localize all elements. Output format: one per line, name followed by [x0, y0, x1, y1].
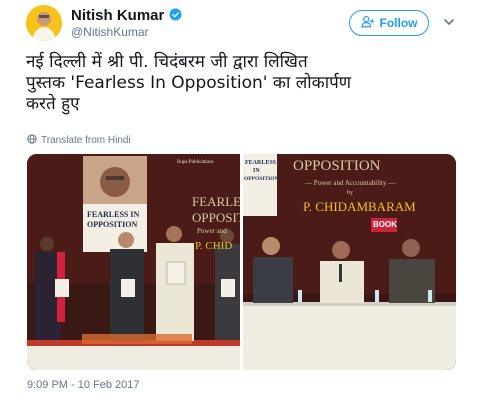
translate-link[interactable]: Translate from Hindi: [27, 134, 131, 147]
book-title-right-line-2: IN: [253, 168, 260, 174]
book-title-right-line-1: FEARLESS: [245, 160, 277, 166]
publisher-label: Rupa Publications: [177, 160, 214, 165]
banner-title-left-1: FEARLESS IN: [192, 194, 240, 209]
globe-icon: [27, 134, 37, 147]
person-figure-3: [156, 226, 194, 341]
banner-subtitle-left: Power and: [197, 227, 227, 235]
verified-badge-icon: [169, 6, 182, 25]
banner-title-left-2: OPPOSITIO: [192, 210, 240, 225]
author-name-row: Nitish Kumar: [71, 6, 182, 25]
translate-label: Translate from Hindi: [41, 135, 131, 146]
book-launch-photo-left: [27, 154, 240, 370]
banner-author-left: P. CHID: [195, 240, 233, 252]
tweet-timestamp[interactable]: 9:09 PM - 10 Feb 2017: [27, 379, 140, 391]
book-title-line-2: OPPOSITION: [87, 220, 138, 229]
chevron-down-icon[interactable]: [442, 14, 456, 28]
avatar-image: [26, 5, 62, 41]
author-display-name[interactable]: Nitish Kumar: [71, 7, 164, 24]
banner-subtitle-right: — Power and Accountability —: [305, 179, 396, 187]
author-handle[interactable]: @NitishKumar: [71, 25, 149, 39]
tweet-photo-left[interactable]: FEARLESS IN OPPOSITION Rupa Publications…: [27, 154, 240, 370]
avatar[interactable]: [26, 5, 62, 41]
tweet-text: नई दिल्ली में श्री पी. चिदंबरम जी द्वारा…: [26, 52, 352, 114]
add-user-icon: [360, 15, 375, 31]
banner-title-right: OPPOSITION: [293, 158, 381, 174]
follow-button[interactable]: Follow: [349, 10, 429, 36]
book-title-right-line-3: OPPOSITION: [244, 176, 279, 182]
tweet-photo-right[interactable]: FEARLESS IN OPPOSITION OPPOSITION — Powe…: [243, 154, 456, 370]
banner-by-right: by: [347, 190, 353, 196]
event-logo: BOOK: [373, 220, 397, 229]
book-title-line-1: FEARLESS IN: [87, 210, 140, 219]
follow-button-label: Follow: [379, 16, 418, 30]
banner-author-right: P. CHIDAMBARAM: [303, 199, 416, 214]
